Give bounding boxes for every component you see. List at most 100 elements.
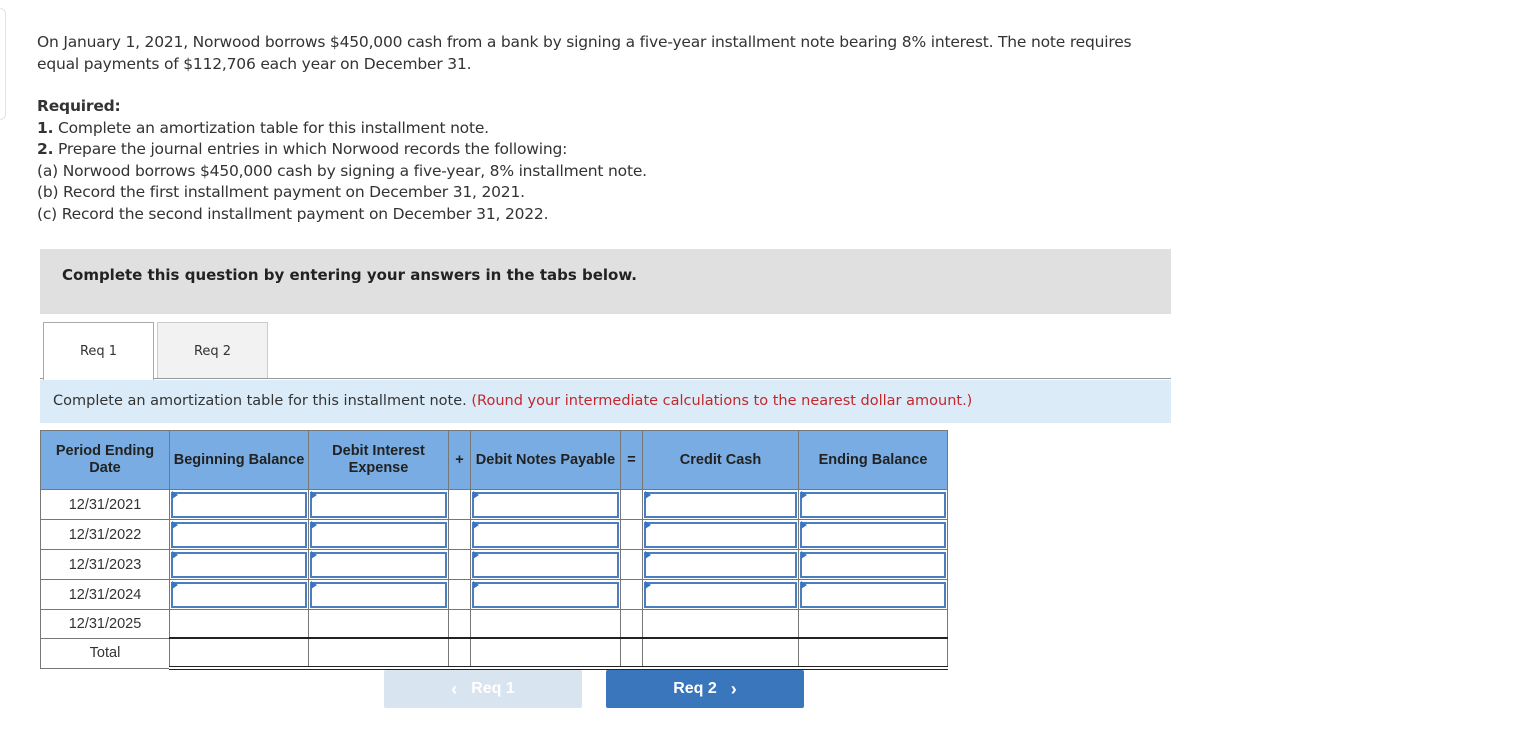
header-credit-cash: Credit Cash [642,430,799,490]
table-row: 12/31/2023 [40,549,948,580]
cash-cell [642,519,799,550]
beginning-cell [169,579,309,610]
total-cell [470,637,621,670]
amortization-table: Period Ending Date Beginning Balance Deb… [40,430,948,670]
notes-payable-input[interactable] [472,491,619,518]
table-row: 12/31/2021 [40,489,948,520]
ending-cell [798,579,948,610]
table-row: 12/31/2025 [40,609,948,639]
sub-item-b: (b) Record the first installment payment… [37,183,525,201]
table-header-row: Period Ending Date Beginning Balance Deb… [40,430,948,490]
hint-text: Complete an amortization table for this … [53,393,467,409]
interest-cell [308,579,449,610]
operator-spacer-cell [620,489,643,520]
required-label: Required: [37,97,121,115]
notes-payable-input[interactable] [472,581,619,608]
total-cell [169,637,309,670]
operator-spacer-cell [620,549,643,580]
ending-input[interactable] [800,491,946,518]
operator-spacer-cell [620,579,643,610]
total-cell [642,637,799,670]
notes-payable-input[interactable] [472,551,619,578]
tab-label: Req 1 [79,344,118,359]
problem-statement: On January 1, 2021, Norwood borrows $450… [37,32,1147,225]
ending-input[interactable] [800,521,946,548]
ending-input[interactable] [800,581,946,608]
beginning-input[interactable] [171,491,307,518]
operator-spacer-cell [620,637,643,670]
problem-intro: On January 1, 2021, Norwood borrows $450… [37,33,1132,73]
header-beginning-balance: Beginning Balance [169,430,309,490]
total-cell [308,637,449,670]
cash-cell [642,609,799,639]
interest-input[interactable] [310,491,447,518]
total-row: Total [40,637,948,670]
operator-spacer-cell [448,637,471,670]
tab-label: Req 2 [193,343,232,359]
item-text: Prepare the journal entries in which Nor… [53,140,568,158]
header-debit-notes-payable: Debit Notes Payable [470,430,621,490]
period-date-cell: 12/31/2024 [40,579,170,610]
period-date-cell: 12/31/2021 [40,489,170,520]
interest-input[interactable] [310,521,447,548]
beginning-cell [169,519,309,550]
ending-cell [798,549,948,580]
item-number: 1. [37,118,54,137]
notes-payable-input[interactable] [472,521,619,548]
interest-input[interactable] [310,581,447,608]
ending-cell [798,489,948,520]
operator-spacer-cell [448,519,471,550]
cash-cell [642,579,799,610]
operator-spacer-cell [620,609,643,639]
notes-payable-cell [470,549,621,580]
item-number: 2. [37,140,54,158]
instruction-banner: Complete this question by entering your … [40,249,1171,314]
period-date-cell: 12/31/2023 [40,549,170,580]
tab-req-1[interactable]: Req 1 [43,322,154,380]
beginning-cell [169,609,309,639]
total-cell [798,637,948,670]
operator-spacer-cell [448,579,471,610]
ending-cell [798,519,948,550]
cash-input[interactable] [644,551,797,578]
interest-cell [308,609,449,639]
beginning-cell [169,489,309,520]
operator-spacer-cell [620,519,643,550]
prev-req-button: ‹ Req 1 [384,670,582,708]
cash-input[interactable] [644,491,797,518]
required-item-1: 1. Complete an amortization table for th… [37,118,1147,140]
rounding-note: (Round your intermediate calculations to… [471,393,973,409]
interest-cell [308,519,449,550]
interest-input[interactable] [310,551,447,578]
beginning-input[interactable] [171,551,307,578]
header-plus-sign: + [448,430,471,490]
ending-input[interactable] [800,551,946,578]
tab-req-2[interactable]: Req 2 [157,322,268,379]
cash-cell [642,549,799,580]
side-panel-edge [0,8,6,120]
table-row: 12/31/2024 [40,579,948,610]
instruction-text: Complete this question by entering your … [62,266,637,284]
beginning-input[interactable] [171,581,307,608]
period-date-cell: 12/31/2025 [40,609,170,639]
header-period-ending-date: Period Ending Date [40,430,170,490]
chevron-left-icon: ‹ [451,678,458,699]
item-text: Complete an amortization table for this … [53,118,489,137]
next-req-button[interactable]: Req 2 › [606,670,804,708]
cash-input[interactable] [644,521,797,548]
notes-payable-cell [470,579,621,610]
hint-bar: Complete an amortization table for this … [40,380,1171,423]
sub-item-a: (a) Norwood borrows $450,000 cash by sig… [37,161,647,180]
beginning-cell [169,549,309,580]
header-equals-sign: = [620,430,643,490]
cash-input[interactable] [644,581,797,608]
operator-spacer-cell [448,609,471,639]
table-row: 12/31/2022 [40,519,948,550]
ending-cell [798,609,948,639]
sub-item-c: (c) Record the second installment paymen… [37,204,549,223]
cash-cell [642,489,799,520]
interest-cell [308,549,449,580]
beginning-input[interactable] [171,521,307,548]
notes-payable-cell [470,519,621,550]
header-debit-interest-expense: Debit Interest Expense [308,430,449,490]
